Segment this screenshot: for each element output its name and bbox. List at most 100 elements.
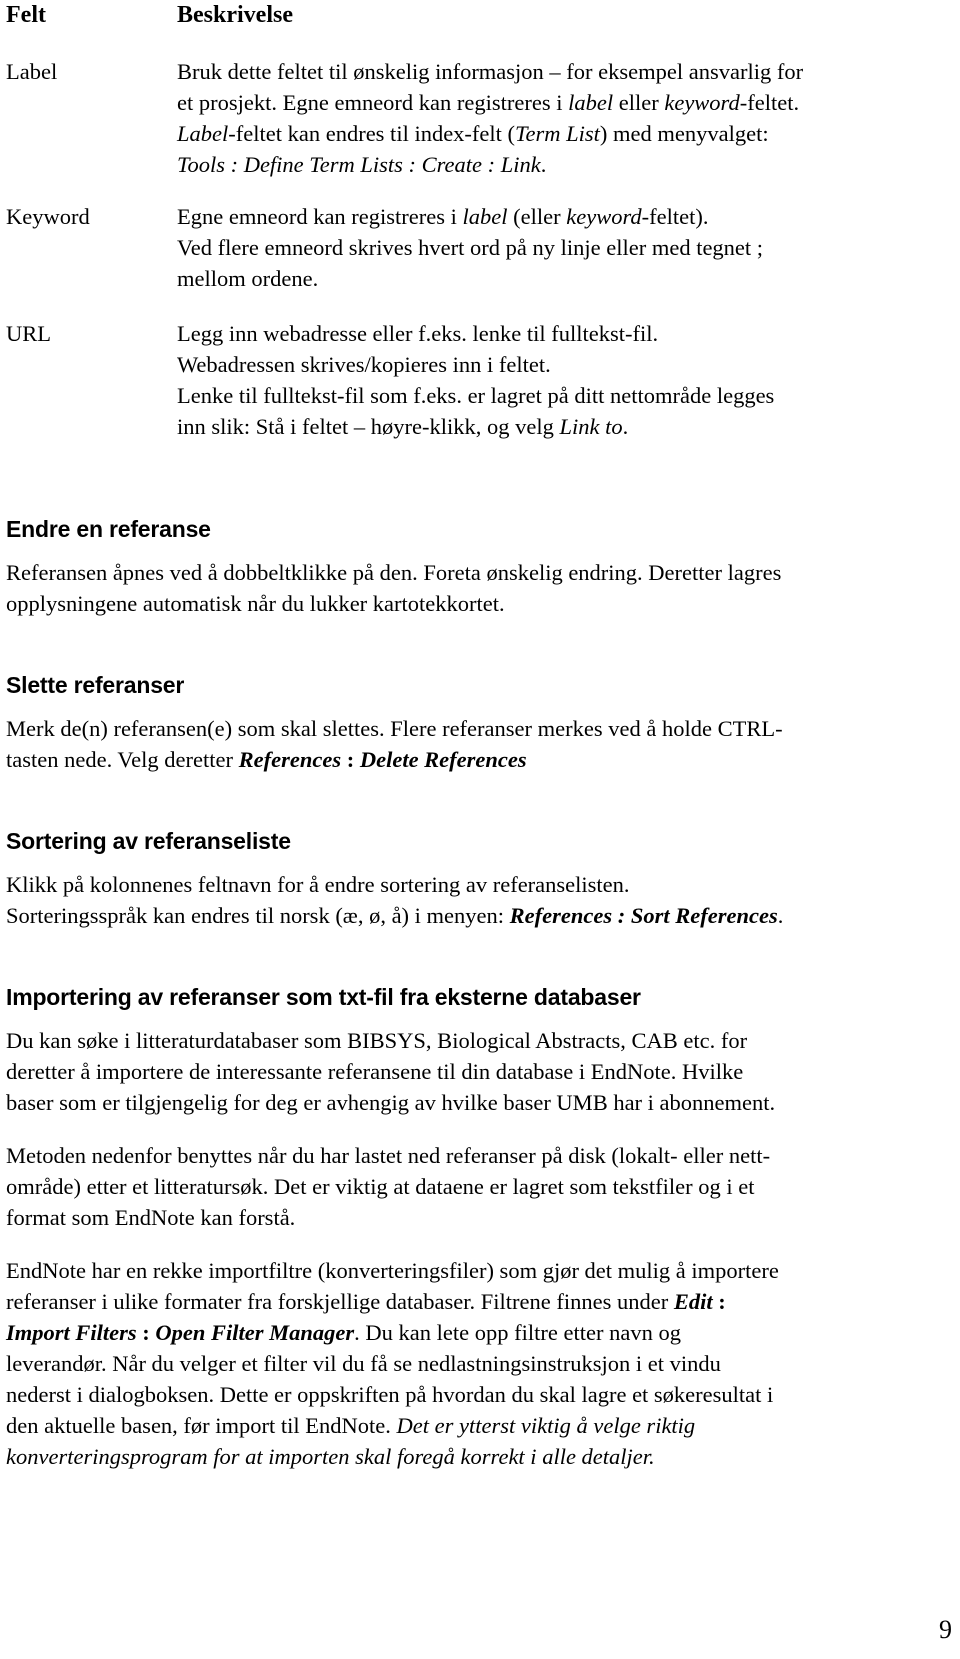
- text-run: den aktuelle basen, før import til EndNo…: [6, 1413, 397, 1438]
- text-line: Referansen åpnes ved å dobbeltklikke på …: [6, 557, 956, 588]
- emphasis-text: Edit: [673, 1289, 713, 1314]
- text-run: Lenke til fulltekst-fil som f.eks. er la…: [177, 383, 775, 408]
- text-run: -feltet).: [641, 204, 709, 229]
- emphasis-text: :: [136, 1320, 156, 1345]
- field-description: Legg inn webadresse eller f.eks. lenke t…: [177, 318, 937, 442]
- emphasis-text: label: [462, 204, 508, 229]
- text-run: leverandør. Når du velger et filter vil …: [6, 1351, 721, 1376]
- text-line: format som EndNote kan forstå.: [6, 1202, 956, 1233]
- field-name: Keyword: [6, 204, 90, 229]
- section-heading-edit-reference: Endre en referanse: [6, 516, 211, 542]
- emphasis-text: Label: [177, 121, 229, 146]
- text-line: Sorteringsspråk kan endres til norsk (æ,…: [6, 900, 956, 931]
- text-line: Tools : Define Term Lists : Create : Lin…: [177, 149, 937, 180]
- emphasis-text: Det er ytterst viktig å velge riktig: [396, 1413, 696, 1438]
- text-line: Metoden nedenfor benyttes når du har las…: [6, 1140, 956, 1171]
- emphasis-text: label: [568, 90, 614, 115]
- text-run: Legg inn webadresse eller f.eks. lenke t…: [177, 321, 659, 346]
- emphasis-text: Tools : Define Term Lists : Create : Lin…: [177, 152, 541, 177]
- table-header-field: Felt: [6, 2, 46, 28]
- section-paragraph: Referansen åpnes ved å dobbeltklikke på …: [6, 557, 956, 619]
- text-line: område) etter et litteratursøk. Det er v…: [6, 1171, 956, 1202]
- text-run: tasten nede. Velg deretter: [6, 747, 239, 772]
- text-line: Label-feltet kan endres til index-felt (…: [177, 118, 937, 149]
- document-page: Felt Beskrivelse Label Bruk dette feltet…: [0, 0, 960, 1659]
- field-description: Bruk dette feltet til ønskelig informasj…: [177, 56, 937, 180]
- text-line: konverteringsprogram for at importen ska…: [6, 1441, 956, 1472]
- text-run: Du kan søke i litteraturdatabaser som BI…: [6, 1028, 748, 1053]
- text-run: et prosjekt. Egne emneord kan registrere…: [177, 90, 569, 115]
- text-line: Legg inn webadresse eller f.eks. lenke t…: [177, 318, 937, 349]
- text-run: Metoden nedenfor benyttes når du har las…: [6, 1143, 771, 1168]
- text-line: Webadressen skrives/kopieres inn i felte…: [177, 349, 937, 380]
- section-paragraph: EndNote har en rekke importfiltre (konve…: [6, 1255, 956, 1472]
- field-name: URL: [6, 321, 51, 346]
- text-run: Egne emneord kan registreres i: [177, 204, 463, 229]
- section-paragraph: Metoden nedenfor benyttes når du har las…: [6, 1140, 956, 1233]
- text-line: Du kan søke i litteraturdatabaser som BI…: [6, 1025, 956, 1056]
- text-line: leverandør. Når du velger et filter vil …: [6, 1348, 956, 1379]
- text-line: et prosjekt. Egne emneord kan registrere…: [177, 87, 937, 118]
- text-run: .: [622, 414, 629, 439]
- text-run: .: [540, 152, 547, 177]
- emphasis-text: References: [238, 747, 342, 772]
- section-heading-import-references: Importering av referanser som txt-fil fr…: [6, 984, 641, 1010]
- text-line: Ved flere emneord skrives hvert ord på n…: [177, 232, 937, 263]
- text-run: Sorteringsspråk kan endres til norsk (æ,…: [6, 903, 510, 928]
- emphasis-text: keyword: [566, 204, 642, 229]
- text-run: opplysningene automatisk når du lukker k…: [6, 591, 505, 616]
- text-run: Referansen åpnes ved å dobbeltklikke på …: [6, 560, 782, 585]
- text-run: Merk de(n) referansen(e) som skal slette…: [6, 716, 783, 741]
- section-heading-delete-references: Slette referanser: [6, 672, 185, 698]
- emphasis-text: Term List: [515, 121, 600, 146]
- section-heading-sort-reference-list: Sortering av referanseliste: [6, 828, 291, 854]
- text-line: inn slik: Stå i feltet – høyre-klikk, og…: [177, 411, 937, 442]
- text-line: Bruk dette feltet til ønskelig informasj…: [177, 56, 937, 87]
- text-run: format som EndNote kan forstå.: [6, 1205, 296, 1230]
- text-run: .: [777, 903, 784, 928]
- text-run: område) etter et litteratursøk. Det er v…: [6, 1174, 755, 1199]
- text-line: den aktuelle basen, før import til EndNo…: [6, 1410, 956, 1441]
- text-line: mellom ordene.: [177, 263, 937, 294]
- text-line: referanser i ulike formater fra forskjel…: [6, 1286, 956, 1317]
- text-line: Lenke til fulltekst-fil som f.eks. er la…: [177, 380, 937, 411]
- field-name: Label: [6, 59, 58, 84]
- text-line: Import Filters : Open Filter Manager. Du…: [6, 1317, 956, 1348]
- text-run: Ved flere emneord skrives hvert ord på n…: [177, 235, 764, 260]
- text-run: deretter å importere de interessante ref…: [6, 1059, 744, 1084]
- text-run: baser som er tilgjengelig for deg er avh…: [6, 1090, 776, 1115]
- section-paragraph: Merk de(n) referansen(e) som skal slette…: [6, 713, 956, 775]
- text-line: deretter å importere de interessante ref…: [6, 1056, 956, 1087]
- text-run: inn slik: Stå i feltet – høyre-klikk, og…: [177, 414, 560, 439]
- text-line: baser som er tilgjengelig for deg er avh…: [6, 1087, 956, 1118]
- text-line: EndNote har en rekke importfiltre (konve…: [6, 1255, 956, 1286]
- emphasis-text: Import Filters: [6, 1320, 137, 1345]
- emphasis-text: :: [712, 1289, 726, 1314]
- emphasis-text: References : Sort References: [509, 903, 778, 928]
- text-line: Egne emneord kan registreres i label (el…: [177, 201, 937, 232]
- table-header-description: Beskrivelse: [177, 2, 293, 28]
- section-paragraph: Du kan søke i litteraturdatabaser som BI…: [6, 1025, 956, 1118]
- field-description: Egne emneord kan registreres i label (el…: [177, 201, 937, 294]
- text-line: Merk de(n) referansen(e) som skal slette…: [6, 713, 956, 744]
- text-run: . Du kan lete opp filtre etter navn og: [354, 1320, 681, 1345]
- emphasis-text: keyword: [664, 90, 740, 115]
- text-run: nederst i dialogboksen. Dette er oppskri…: [6, 1382, 774, 1407]
- text-run: ) med menyvalget:: [599, 121, 769, 146]
- text-line: tasten nede. Velg deretter References : …: [6, 744, 956, 775]
- text-run: -feltet.: [739, 90, 800, 115]
- text-run: Bruk dette feltet til ønskelig informasj…: [177, 59, 804, 84]
- text-run: Webadressen skrives/kopieres inn i felte…: [177, 352, 551, 377]
- page-number: 9: [939, 1615, 952, 1644]
- text-run: (eller: [507, 204, 567, 229]
- emphasis-text: Link to: [559, 414, 623, 439]
- text-line: nederst i dialogboksen. Dette er oppskri…: [6, 1379, 956, 1410]
- text-run: -feltet kan endres til index-felt (: [228, 121, 516, 146]
- text-run: Klikk på kolonnenes feltnavn for å endre…: [6, 872, 630, 897]
- section-paragraph: Klikk på kolonnenes feltnavn for å endre…: [6, 869, 956, 931]
- text-line: opplysningene automatisk når du lukker k…: [6, 588, 956, 619]
- emphasis-text: Delete References: [359, 747, 527, 772]
- emphasis-text: :: [341, 747, 360, 772]
- text-run: eller: [613, 90, 665, 115]
- text-run: EndNote har en rekke importfiltre (konve…: [6, 1258, 779, 1283]
